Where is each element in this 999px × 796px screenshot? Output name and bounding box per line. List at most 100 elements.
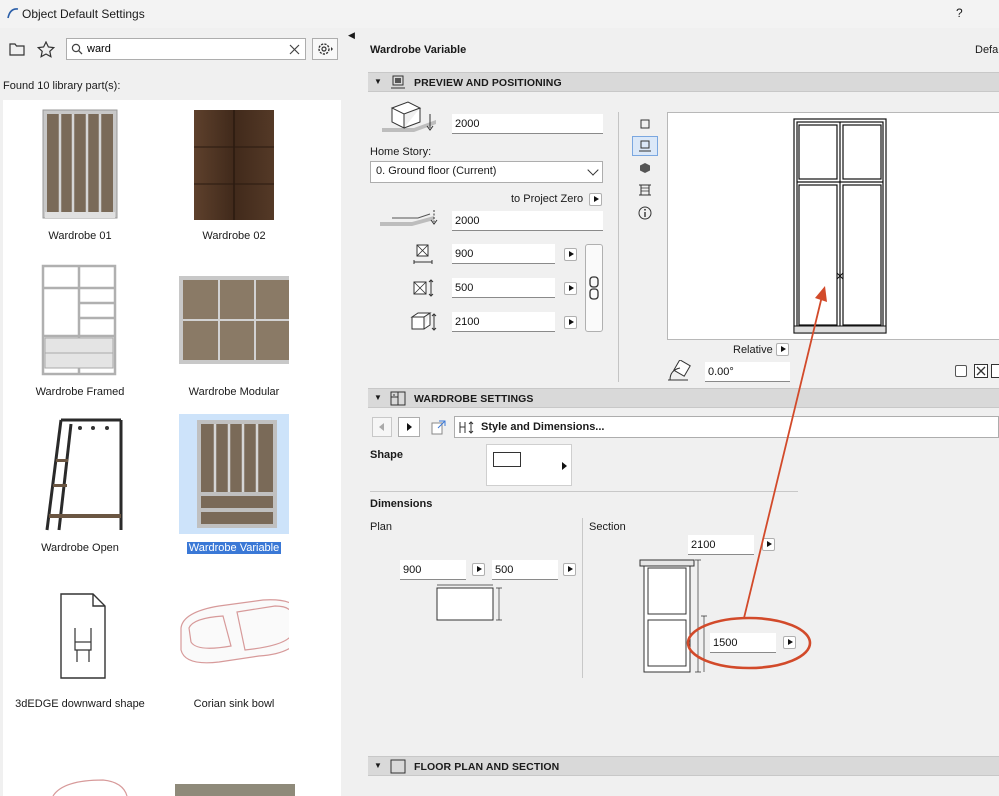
height-field[interactable]	[452, 312, 555, 332]
divider	[370, 491, 798, 492]
depth-menu-button[interactable]	[564, 282, 577, 295]
window-title: Object Default Settings	[22, 7, 145, 21]
width-menu-button[interactable]	[564, 248, 577, 261]
view-3d-icon[interactable]	[632, 158, 658, 178]
section-height-menu-button[interactable]	[762, 538, 775, 551]
project-zero-field[interactable]	[452, 211, 603, 231]
view-front-icon[interactable]	[632, 136, 658, 156]
library-item-wardrobe-01[interactable]: Wardrobe 01	[5, 100, 155, 250]
info-icon[interactable]	[632, 203, 658, 223]
previous-page-button[interactable]	[372, 417, 392, 437]
section-title: PREVIEW AND POSITIONING	[414, 77, 562, 89]
section-split-field[interactable]	[710, 633, 776, 653]
favorites-star-icon[interactable]	[35, 38, 57, 60]
chevron-right-icon	[562, 462, 567, 470]
wardrobe-02-thumbnail	[194, 110, 274, 220]
library-item-label: 3dEDGE downward shape	[15, 698, 145, 710]
rectangle-shape-icon	[493, 452, 521, 467]
library-item-3dedge-downward-shape[interactable]: 3dEDGE downward shape	[5, 568, 155, 718]
library-item-label: Wardrobe Modular	[188, 386, 280, 398]
object-name: Wardrobe Variable	[370, 44, 467, 56]
search-input[interactable]	[87, 41, 283, 57]
project-zero-menu-button[interactable]	[589, 193, 602, 206]
library-item-label: Wardrobe Framed	[35, 386, 125, 398]
library-item-partial-thumbnail	[175, 784, 295, 796]
section-title: FLOOR PLAN AND SECTION	[414, 761, 560, 773]
page-selector[interactable]: Style and Dimensions...	[454, 416, 999, 438]
library-item-wardrobe-open[interactable]: Wardrobe Open	[5, 412, 155, 562]
collapse-arrow-icon[interactable]: ▼	[374, 77, 382, 86]
relative-label: Relative	[733, 344, 773, 356]
project-zero-icon	[380, 210, 438, 226]
section-wardrobe-settings[interactable]: ▼ WARDROBE SETTINGS	[368, 388, 999, 408]
elevation-icon	[382, 101, 436, 132]
library-item-wardrobe-framed[interactable]: Wardrobe Framed	[5, 256, 155, 406]
page-selector-value: Style and Dimensions...	[481, 421, 605, 433]
library-item-corian-sink-bowl[interactable]: Corian sink bowl	[159, 568, 309, 718]
next-page-button[interactable]	[398, 417, 420, 437]
relative-menu-button[interactable]	[776, 343, 789, 356]
mirror-x-icon[interactable]	[974, 364, 988, 378]
rotation-angle-icon	[668, 360, 691, 381]
search-icon	[71, 43, 83, 55]
section-floor-plan[interactable]: ▼ FLOOR PLAN AND SECTION	[368, 756, 999, 776]
mirror-y-icon[interactable]	[991, 364, 999, 378]
width-icon	[413, 244, 433, 264]
library-item-wardrobe-02[interactable]: Wardrobe 02	[159, 100, 309, 250]
rotation-field[interactable]	[705, 362, 790, 382]
page-export-icon[interactable]	[430, 419, 448, 435]
plan-depth-menu-button[interactable]	[563, 563, 576, 576]
wardrobe-01-thumbnail	[42, 109, 118, 219]
library-item-label: Wardrobe 01	[48, 230, 112, 242]
to-project-zero-label: to Project Zero	[511, 193, 584, 205]
link-proportions-button[interactable]	[585, 244, 603, 332]
elevation-field[interactable]	[452, 114, 603, 134]
chevron-down-icon	[587, 164, 599, 176]
dimensions-label: Dimensions	[370, 498, 433, 510]
home-story-value: 0. Ground floor (Current)	[376, 165, 497, 177]
view-section-icon[interactable]	[632, 180, 658, 200]
document-chair-icon	[60, 593, 106, 679]
collapse-panel-icon[interactable]: ◀	[348, 30, 355, 41]
settings-gear-icon[interactable]	[312, 38, 338, 60]
library-gallery: Wardrobe 01 Wardrobe 02 Wardrobe Framed …	[3, 100, 341, 796]
view-plan-icon[interactable]	[632, 114, 658, 134]
plan-width-menu-button[interactable]	[472, 563, 485, 576]
shape-label: Shape	[370, 449, 404, 461]
search-box[interactable]	[66, 38, 306, 60]
plan-diagram	[436, 584, 502, 621]
help-button[interactable]: ?	[956, 6, 963, 20]
divider	[582, 518, 583, 678]
clear-search-icon[interactable]	[289, 44, 300, 55]
section-height-field[interactable]	[688, 535, 754, 555]
library-item-partial-thumbnail	[52, 779, 128, 796]
section-split-menu-button[interactable]	[783, 636, 796, 649]
settings-panel: Wardrobe Variable Defa ▼ PREVIEW AND POS…	[360, 28, 999, 776]
mirror-checkbox[interactable]	[955, 365, 967, 377]
home-story-select[interactable]: 0. Ground floor (Current)	[370, 161, 603, 183]
collapse-arrow-icon[interactable]: ▼	[374, 393, 382, 402]
library-item-label: Corian sink bowl	[193, 698, 275, 710]
section-preview-positioning[interactable]: ▼ PREVIEW AND POSITIONING	[368, 72, 999, 92]
library-item-label: Wardrobe Open	[41, 542, 119, 554]
wardrobe-open-thumbnail	[45, 418, 123, 531]
preview-window[interactable]	[667, 112, 999, 340]
library-item-wardrobe-modular[interactable]: Wardrobe Modular	[159, 256, 309, 406]
section-title: WARDROBE SETTINGS	[414, 393, 534, 405]
library-item-wardrobe-variable[interactable]: Wardrobe Variable	[159, 412, 309, 562]
plan-width-field[interactable]	[400, 560, 466, 580]
height-menu-button[interactable]	[564, 316, 577, 329]
default-button[interactable]: Defa	[975, 44, 998, 56]
library-item-label-selected: Wardrobe Variable	[186, 542, 282, 554]
chain-link-icon	[589, 276, 599, 300]
preview-positioning-icon	[391, 75, 405, 89]
depth-field[interactable]	[452, 278, 555, 298]
wardrobe-settings-icon	[390, 391, 406, 406]
shape-selector[interactable]	[486, 444, 572, 486]
width-field[interactable]	[452, 244, 555, 264]
title-bar: Object Default Settings ?	[0, 0, 999, 28]
plan-depth-field[interactable]	[492, 560, 558, 580]
corian-sink-thumbnail	[180, 599, 289, 664]
collapse-arrow-icon[interactable]: ▼	[374, 761, 382, 770]
folder-icon[interactable]	[6, 38, 28, 60]
